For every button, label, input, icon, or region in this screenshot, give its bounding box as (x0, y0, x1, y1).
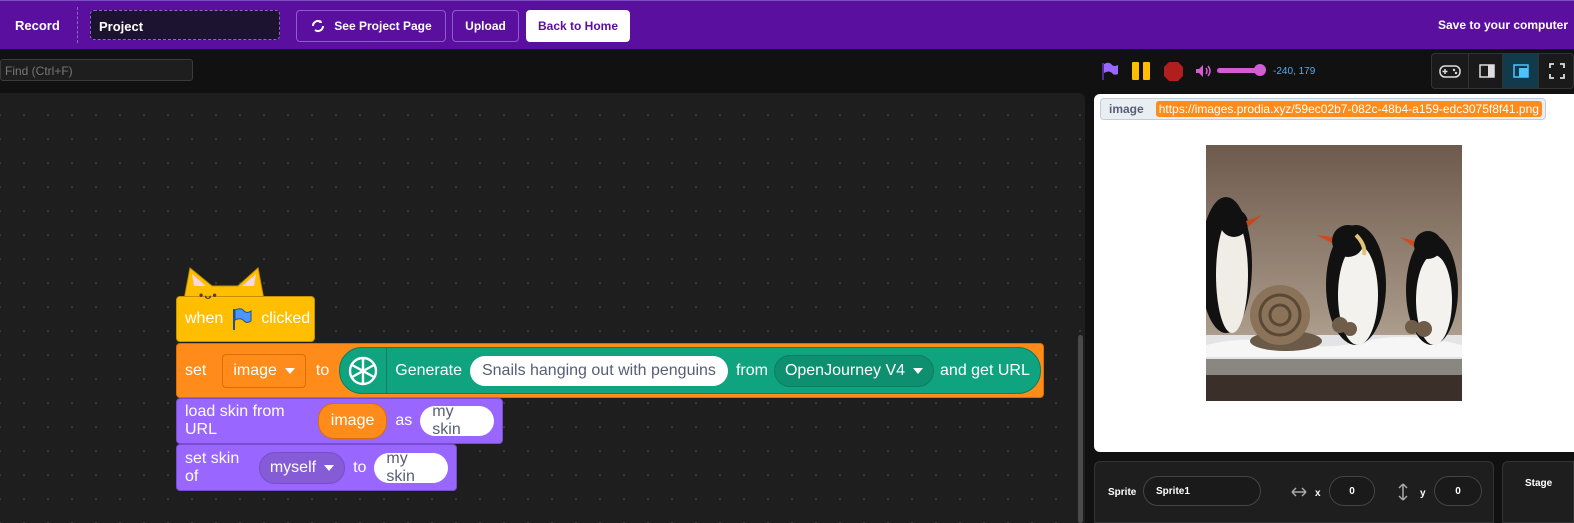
caret-down-icon (913, 367, 924, 374)
from-label: from (735, 361, 768, 379)
x-input[interactable]: 0 (1329, 476, 1375, 506)
model-dropdown[interactable]: OpenJourney V4 (773, 354, 935, 387)
caret-down-icon (324, 464, 335, 471)
as-label: as (395, 412, 413, 429)
variable-dropdown[interactable]: image (222, 353, 306, 388)
sprite-name-input[interactable]: Sprite1 (1143, 476, 1261, 506)
stage-label: Stage (1525, 478, 1553, 489)
small-stage-icon (1478, 64, 1495, 78)
set-skin-block[interactable]: set skin of myself to my skin (176, 444, 457, 491)
monitor-label: image (1109, 102, 1144, 116)
stage-selector-panel[interactable]: Stage (1502, 461, 1574, 523)
code-workspace[interactable] (0, 93, 1085, 523)
prompt-input[interactable]: Snails hanging out with penguins (469, 355, 728, 386)
monitor-value: https://images.prodia.xyz/59ec02b7-082c-… (1155, 101, 1542, 117)
target-dropdown-label: myself (269, 458, 317, 476)
to-label: to (315, 361, 330, 379)
set-skin-label: set skin of (185, 449, 240, 485)
upload-button[interactable]: Upload (452, 10, 519, 42)
back-to-home-button[interactable]: Back to Home (526, 10, 630, 42)
load-skin-label: load skin from URL (185, 403, 285, 438)
find-input[interactable]: Find (Ctrl+F) (0, 59, 193, 81)
horizontal-arrows-icon (1291, 487, 1307, 497)
pause-button[interactable] (1131, 61, 1153, 81)
generate-label: Generate (395, 361, 462, 379)
cat-face-icon: •ᴗ• (199, 288, 218, 302)
gamepad-icon (1439, 65, 1461, 78)
vertical-arrows-icon (1398, 483, 1408, 501)
fullscreen-button[interactable] (1538, 54, 1574, 88)
sprite-info-panel: Sprite Sprite1 x 0 y 0 (1094, 461, 1494, 523)
clicked-label: clicked (261, 310, 311, 327)
fullscreen-icon (1548, 63, 1565, 79)
model-dropdown-label: OpenJourney V4 (784, 361, 906, 379)
when-flag-clicked-block[interactable]: when clicked (176, 296, 315, 342)
small-stage-button[interactable] (1468, 54, 1504, 88)
and-get-url-label: and get URL (940, 361, 1030, 379)
openai-logo-icon (340, 348, 388, 393)
y-input[interactable]: 0 (1434, 476, 1482, 506)
sprite-label: Sprite (1108, 487, 1137, 498)
menu-divider (77, 7, 78, 43)
mouse-coordinates: -240, 179 (1273, 66, 1316, 77)
menu-bar: Record Project See Project Page Upload B… (0, 0, 1574, 49)
stop-button[interactable] (1163, 61, 1184, 82)
save-to-computer-button[interactable]: Save to your computer (1438, 18, 1568, 32)
normal-stage-button[interactable] (1502, 54, 1538, 88)
volume-slider-handle[interactable] (1254, 64, 1266, 76)
gamepad-button[interactable] (1432, 54, 1468, 88)
skin-name-input[interactable]: my skin (374, 450, 448, 485)
caret-down-icon (284, 367, 295, 374)
green-flag-icon (233, 308, 252, 330)
image-variable-reporter[interactable]: image (317, 403, 388, 439)
variable-dropdown-label: image (233, 361, 277, 379)
workspace-scrollbar[interactable] (1078, 335, 1083, 523)
to-label: to (353, 458, 367, 476)
skin-name-input[interactable]: my skin (420, 403, 494, 438)
target-dropdown[interactable]: myself (258, 451, 346, 484)
remix-icon (312, 20, 325, 32)
normal-stage-icon (1512, 64, 1529, 78)
stage-mode-controls (1431, 53, 1574, 89)
when-label: when (185, 310, 224, 327)
x-label: x (1315, 488, 1321, 499)
record-button[interactable]: Record (15, 18, 60, 33)
set-label: set (185, 361, 207, 379)
volume-icon[interactable] (1195, 64, 1213, 78)
variable-monitor[interactable]: image https://images.prodia.xyz/59ec02b7… (1100, 98, 1546, 120)
load-skin-from-url-block[interactable]: load skin from URL image as my skin (176, 398, 503, 444)
project-title-input[interactable]: Project (90, 10, 280, 40)
green-flag-button[interactable] (1100, 61, 1120, 81)
see-project-page-label: See Project Page (334, 19, 432, 33)
y-label: y (1420, 488, 1426, 499)
sprite-image (1206, 145, 1462, 401)
cat-ears-icon (183, 267, 265, 300)
generate-image-reporter[interactable]: Generate Snails hanging out with penguin… (339, 347, 1041, 394)
see-project-page-button[interactable]: See Project Page (296, 10, 446, 42)
set-variable-block[interactable]: set image to Generate Snails hanging out… (176, 343, 1044, 398)
